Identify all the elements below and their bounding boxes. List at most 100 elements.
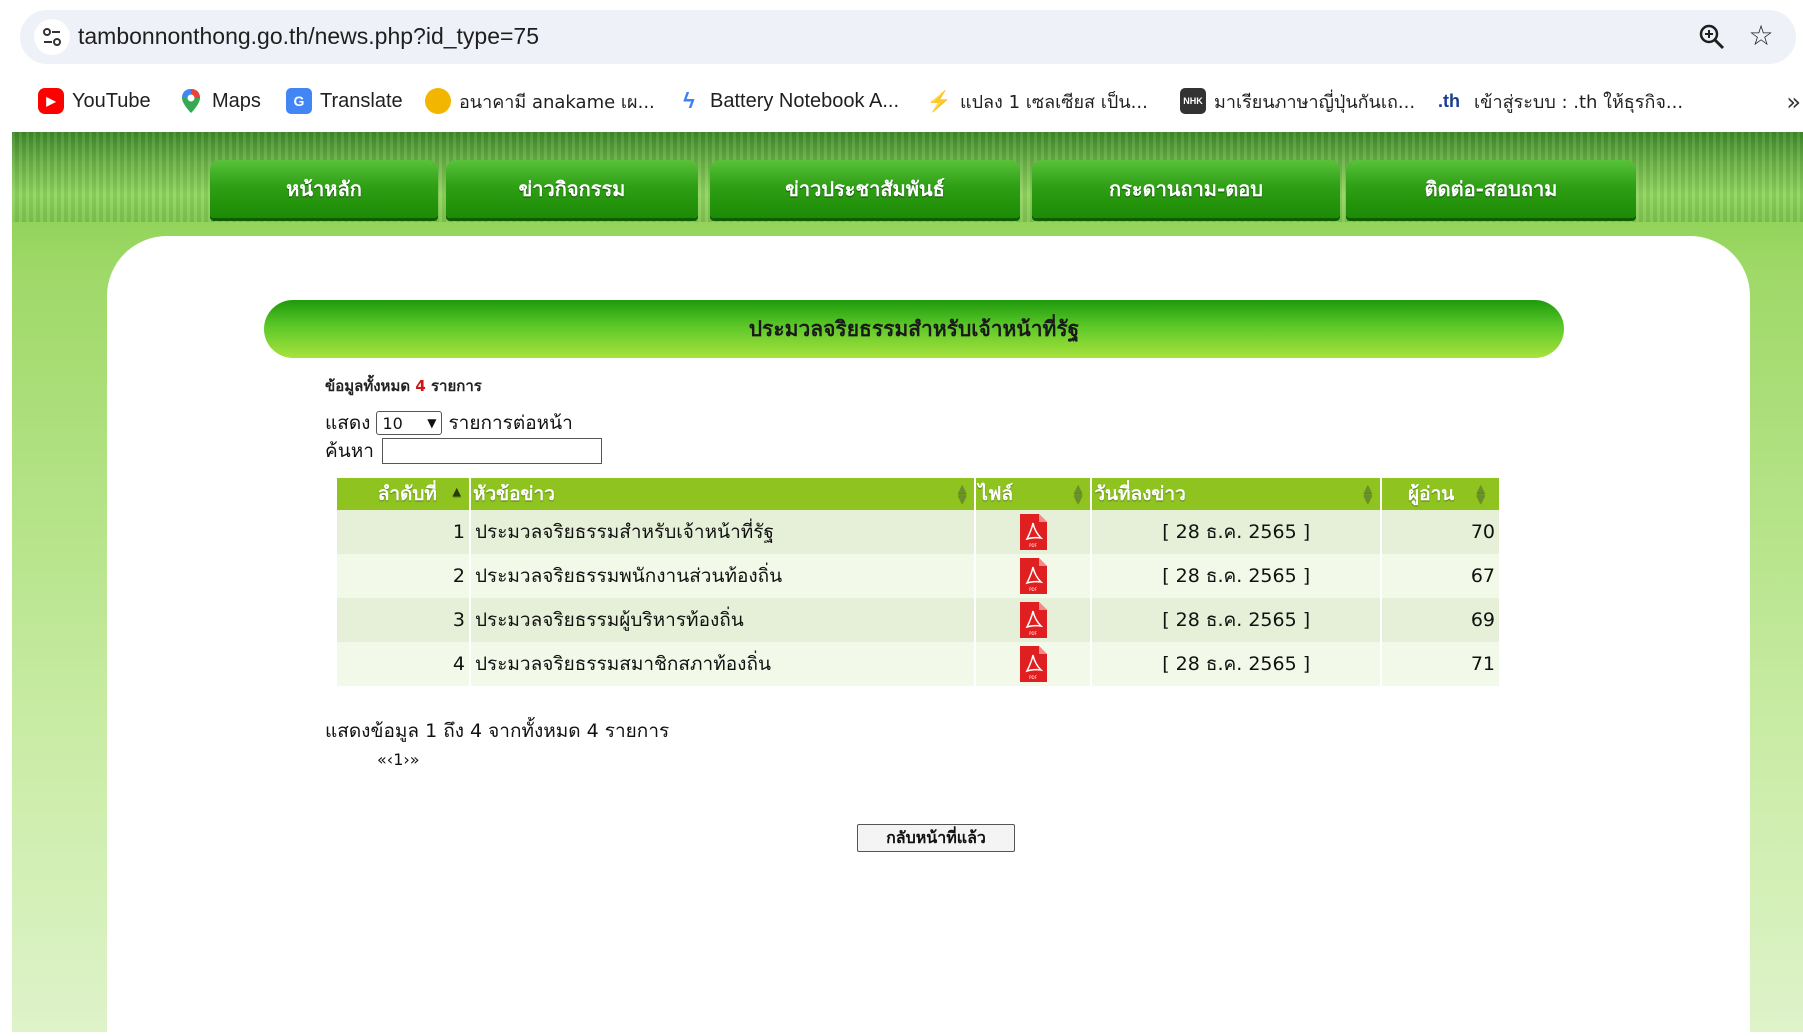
back-button[interactable]: กลับหน้าที่แล้ว [857, 824, 1015, 852]
web-page: หน้าหลัก ข่าวกิจกรรม ข่าวประชาสัมพันธ์ ก… [12, 132, 1803, 1036]
show-label: แสดง [325, 412, 371, 434]
search-control: ค้นหา [325, 436, 602, 466]
per-page-value: 10 [382, 413, 403, 433]
table-row: 1 ประมวลจริยธรรมสำหรับเจ้าหน้าที่รัฐ PDF… [337, 510, 1501, 554]
news-date: [ 28 ธ.ค. 2565 ] [1091, 598, 1383, 642]
table-info: แสดงข้อมูล 1 ถึง 4 จากทั้งหมด 4 รายการ [325, 720, 670, 742]
bookmark-anakame[interactable]: อนาคามี anakame เผ... [425, 85, 655, 117]
url-text[interactable]: tambonnonthong.go.th/news.php?id_type=75 [78, 23, 539, 50]
nav-activities[interactable]: ข่าวกิจกรรม [446, 160, 698, 218]
pdf-icon: PDF [1020, 602, 1048, 638]
news-date: [ 28 ธ.ค. 2565 ] [1091, 510, 1383, 554]
news-title-link[interactable]: ประมวลจริยธรรมสมาชิกสภาท้องถิ่น [469, 642, 977, 686]
bolt-icon: ϟ [683, 88, 695, 113]
nhk-icon: NHK [1180, 88, 1206, 114]
per-page-control: แสดง 10 ▼ รายการต่อหน้า [325, 408, 573, 438]
per-page-select[interactable]: 10 ▼ [376, 411, 443, 435]
chevron-down-icon: ▼ [427, 416, 437, 430]
bookmark-battery[interactable]: ϟ Battery Notebook A... [676, 85, 899, 117]
header-label: หัวข้อข่าว [472, 483, 555, 505]
pdf-file-link[interactable]: PDF [975, 510, 1093, 554]
pdf-icon: PDF [1020, 514, 1048, 550]
search-input[interactable] [381, 438, 602, 464]
pdf-file-link[interactable]: PDF [975, 642, 1093, 686]
header-label: วันที่ลงข่าว [1094, 483, 1186, 505]
news-date: [ 28 ธ.ค. 2565 ] [1091, 554, 1383, 598]
bookmark-translate[interactable]: G Translate [286, 85, 403, 117]
pagination[interactable]: «‹1›» [377, 750, 420, 769]
maps-icon [178, 88, 204, 114]
total-number: 4 [415, 377, 426, 395]
total-count: ข้อมูลทั้งหมด 4 รายการ [325, 374, 482, 398]
news-title-link[interactable]: ประมวลจริยธรรมสำหรับเจ้าหน้าที่รัฐ [469, 510, 977, 554]
bookmarks-bar: ▶ YouTube Maps G Translate อนาคามี anaka… [0, 72, 1803, 132]
svg-text:PDF: PDF [1029, 631, 1037, 636]
bookmark-label: มาเรียนภาษาญี่ปุ่นกันเถ... [1214, 91, 1416, 113]
column-header-no[interactable]: ลำดับที่ ▲ [337, 478, 471, 510]
table-row: 2 ประมวลจริยธรรมพนักงานส่วนท้องถิ่น PDF … [337, 554, 1501, 598]
per-page-suffix: รายการต่อหน้า [448, 412, 573, 434]
convert-icon: ⚡ [926, 90, 952, 113]
news-title-link[interactable]: ประมวลจริยธรรมผู้บริหารท้องถิ่น [469, 598, 977, 642]
row-number: 1 [337, 510, 471, 554]
header-label: ลำดับที่ [377, 483, 437, 505]
bookmark-maps[interactable]: Maps [178, 85, 261, 117]
nav-qa-board[interactable]: กระดานถาม-ตอบ [1032, 160, 1340, 218]
svg-text:PDF: PDF [1029, 587, 1037, 592]
row-number: 4 [337, 642, 471, 686]
pdf-icon: PDF [1020, 646, 1048, 682]
bookmark-convert[interactable]: ⚡ แปลง 1 เซลเซียส เป็น... [926, 85, 1148, 117]
column-header-reads[interactable]: ผู้อ่าน ▲ ▼ [1381, 478, 1501, 510]
translate-icon: G [286, 88, 312, 114]
more-bookmarks-icon[interactable]: » [1786, 88, 1801, 116]
header-label: ผู้อ่าน [1408, 483, 1455, 505]
column-header-file[interactable]: ไฟล์ ▲ ▼ [975, 478, 1093, 510]
nav-pr-news[interactable]: ข่าวประชาสัมพันธ์ [710, 160, 1020, 218]
sort-asc-icon: ▲ [452, 485, 461, 498]
total-prefix: ข้อมูลทั้งหมด [325, 377, 411, 395]
browser-toolbar: tambonnonthong.go.th/news.php?id_type=75… [0, 0, 1803, 72]
read-count: 71 [1381, 642, 1501, 686]
bookmark-label: อนาคามี anakame เผ... [459, 91, 655, 113]
svg-text:PDF: PDF [1029, 675, 1037, 680]
read-count: 67 [1381, 554, 1501, 598]
youtube-icon: ▶ [38, 88, 64, 114]
pdf-file-link[interactable]: PDF [975, 554, 1093, 598]
bookmark-label: Maps [212, 89, 261, 112]
total-suffix: รายการ [430, 377, 482, 395]
th-icon: .th [1438, 90, 1460, 111]
row-number: 2 [337, 554, 471, 598]
bookmark-th[interactable]: .th เข้าสู่ระบบ : .th ให้ธุรกิจ... [1432, 85, 1683, 117]
bookmark-youtube[interactable]: ▶ YouTube [38, 85, 151, 117]
search-label: ค้นหา [325, 440, 374, 462]
sort-icon: ▲ ▼ [1476, 482, 1485, 505]
bookmark-label: Battery Notebook A... [710, 89, 899, 112]
pdf-icon: PDF [1020, 558, 1048, 594]
bookmark-label: เข้าสู่ระบบ : .th ให้ธุรกิจ... [1474, 91, 1684, 113]
column-header-title[interactable]: หัวข้อข่าว ▲ ▼ [469, 478, 977, 510]
nav-home[interactable]: หน้าหลัก [210, 160, 438, 218]
sort-icon: ▲ ▼ [1363, 482, 1373, 505]
bookmark-star-icon[interactable]: ☆ [1746, 21, 1776, 51]
content-panel: ประมวลจริยธรรมสำหรับเจ้าหน้าที่รัฐ ข้อมู… [107, 236, 1750, 1036]
news-title-link[interactable]: ประมวลจริยธรรมพนักงานส่วนท้องถิ่น [469, 554, 977, 598]
svg-text:PDF: PDF [1029, 543, 1037, 548]
nav-contact[interactable]: ติดต่อ-สอบถาม [1346, 160, 1636, 218]
bookmark-label: แปลง 1 เซลเซียส เป็น... [960, 91, 1148, 113]
row-number: 3 [337, 598, 471, 642]
pdf-file-link[interactable]: PDF [975, 598, 1093, 642]
header-label: ไฟล์ [978, 483, 1014, 505]
zoom-icon[interactable] [1698, 23, 1726, 51]
site-info-icon[interactable] [34, 19, 70, 55]
bookmark-label: YouTube [72, 89, 151, 112]
read-count: 70 [1381, 510, 1501, 554]
column-header-date[interactable]: วันที่ลงข่าว ▲ ▼ [1091, 478, 1383, 510]
table-row: 4 ประมวลจริยธรรมสมาชิกสภาท้องถิ่น PDF [ … [337, 642, 1501, 686]
bookmark-nhk[interactable]: NHK มาเรียนภาษาญี่ปุ่นกันเถ... [1180, 85, 1415, 117]
circle-icon [425, 88, 451, 114]
sort-icon: ▲ ▼ [957, 482, 967, 505]
sort-icon: ▲ ▼ [1073, 482, 1083, 505]
bookmark-label: Translate [320, 89, 403, 112]
address-bar[interactable]: tambonnonthong.go.th/news.php?id_type=75… [20, 10, 1796, 64]
read-count: 69 [1381, 598, 1501, 642]
